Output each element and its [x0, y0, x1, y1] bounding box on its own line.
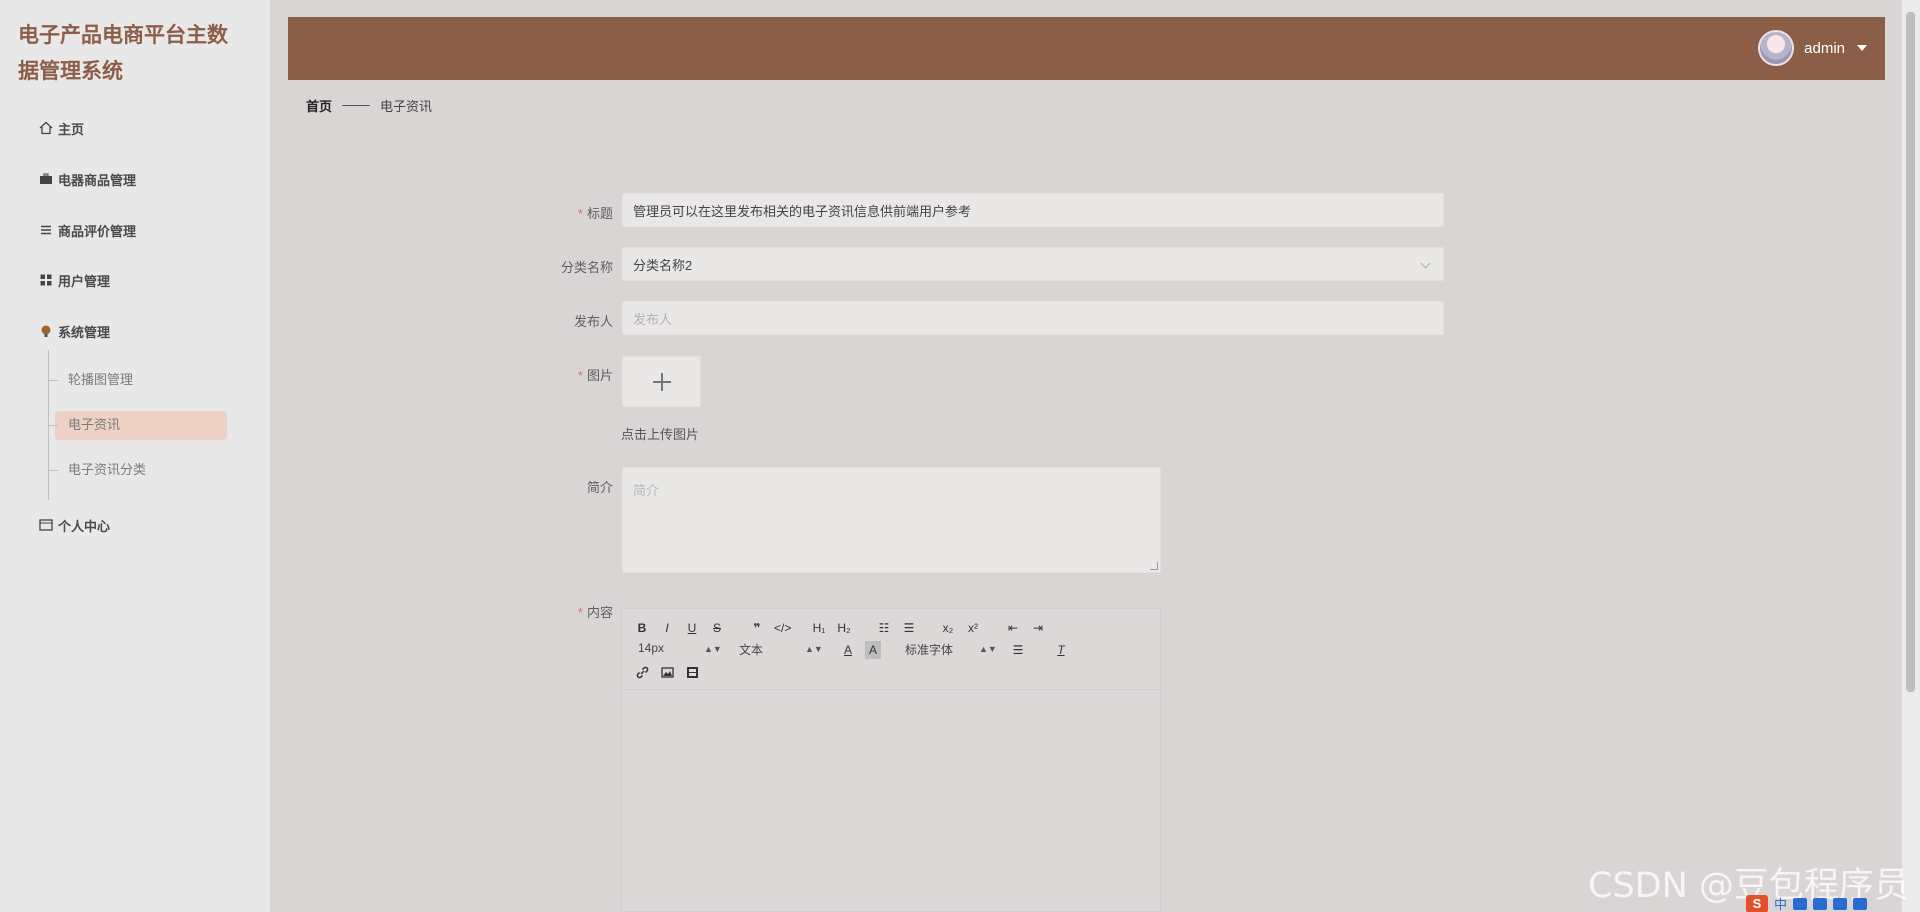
chevron-down-icon	[1420, 258, 1431, 269]
text-type-select[interactable]: 文本 ▲▼	[739, 641, 823, 658]
image-button[interactable]	[659, 663, 675, 681]
sidebar-item-label: 主页	[58, 121, 85, 137]
upload-tip: 点击上传图片	[621, 427, 700, 442]
title-label: * 标题	[577, 206, 613, 221]
sidebar-sub-news-category[interactable]: 电子资讯分类	[47, 458, 146, 482]
ordered-list-button[interactable]: ☷	[876, 619, 892, 637]
sidebar: 电子产品电商平台主数据管理系统 主页 电器商品管理 商品评价管理 用户管理 系统…	[0, 0, 270, 912]
user-menu[interactable]: admin	[1758, 30, 1867, 66]
link-icon	[636, 666, 648, 678]
superscript-button[interactable]: x²	[965, 619, 981, 637]
category-select[interactable]: 分类名称2	[622, 247, 1444, 281]
align-button[interactable]: ☰	[1010, 641, 1026, 659]
breadcrumb-separator	[342, 105, 371, 106]
ime-tray: S 中	[1746, 894, 1868, 912]
breadcrumb-home[interactable]: 首页	[306, 96, 332, 115]
background-color-button[interactable]: A	[865, 641, 881, 659]
list-icon	[38, 222, 54, 238]
content-label: * 内容	[577, 605, 613, 620]
page-scrollbar[interactable]	[1902, 0, 1920, 912]
h1-button[interactable]: H₁	[811, 619, 827, 637]
briefcase-icon	[38, 171, 54, 187]
h2-button[interactable]: H₂	[836, 619, 852, 637]
category-label: 分类名称	[560, 260, 613, 275]
sidebar-item-label: 电器商品管理	[58, 172, 137, 188]
sogou-icon[interactable]: S	[1746, 894, 1768, 912]
home-icon	[38, 120, 54, 136]
intro-textarea[interactable]: 简介	[622, 467, 1161, 573]
skin-icon[interactable]	[1833, 897, 1848, 910]
intro-label: 简介	[586, 480, 613, 495]
scrollbar-thumb[interactable]	[1906, 12, 1915, 692]
video-icon	[686, 666, 698, 678]
editor-toolbar: B I U S ❞ </> H₁ H₂ ☷ ☰ x₂ x² ⇤ ⇥ 14px ▲▼…	[622, 609, 1160, 690]
editor-content-area[interactable]	[622, 690, 1160, 912]
sidebar-item-reviews[interactable]: 商品评价管理	[38, 218, 136, 242]
outdent-button[interactable]: ⇤	[1005, 619, 1021, 637]
plus-icon	[652, 372, 671, 391]
resize-handle[interactable]	[1150, 562, 1158, 570]
category-value: 分类名称2	[633, 257, 693, 273]
code-button[interactable]: </>	[774, 619, 791, 637]
app-title: 电子产品电商平台主数据管理系统	[18, 24, 228, 83]
title-input[interactable]: 管理员可以在这里发布相关的电子资讯信息供前端用户参考	[622, 193, 1444, 227]
sidebar-item-profile[interactable]: 个人中心	[38, 513, 110, 537]
sidebar-sub-news[interactable]: 电子资讯	[47, 413, 120, 437]
font-family-select[interactable]: 标准字体 ▲▼	[905, 641, 997, 658]
font-size-select[interactable]: 14px ▲▼	[638, 641, 722, 655]
breadcrumb: 首页 电子资讯	[306, 96, 432, 115]
toolbox-icon[interactable]	[1853, 897, 1868, 910]
ime-lang[interactable]: 中	[1774, 894, 1787, 912]
chevron-down-icon[interactable]	[1857, 45, 1867, 51]
underline-button[interactable]: U	[684, 619, 700, 637]
bullet-list-button[interactable]: ☰	[901, 619, 917, 637]
strike-button[interactable]: S	[709, 619, 725, 637]
image-icon	[660, 666, 674, 678]
grid-icon	[38, 272, 54, 288]
sidebar-item-system[interactable]: 系统管理	[38, 319, 110, 343]
subscript-button[interactable]: x₂	[940, 619, 956, 637]
bulb-icon	[38, 323, 54, 339]
username[interactable]: admin	[1804, 40, 1845, 57]
keyboard-icon[interactable]	[1813, 897, 1828, 910]
link-button[interactable]	[634, 663, 650, 681]
intro-placeholder: 简介	[633, 483, 660, 498]
quote-button[interactable]: ❞	[749, 619, 765, 637]
publisher-label: 发布人	[573, 314, 613, 329]
clear-format-button[interactable]: T	[1053, 641, 1069, 659]
image-label: * 图片	[577, 368, 613, 383]
avatar[interactable]	[1758, 30, 1795, 66]
image-upload-button[interactable]	[622, 356, 701, 407]
rich-text-editor: B I U S ❞ </> H₁ H₂ ☷ ☰ x₂ x² ⇤ ⇥ 14px ▲▼…	[621, 608, 1161, 912]
publisher-input[interactable]: 发布人	[622, 301, 1444, 335]
card-icon	[38, 517, 54, 533]
top-header: admin	[288, 17, 1885, 80]
sidebar-item-label: 商品评价管理	[58, 223, 137, 239]
sidebar-item-label: 个人中心	[58, 518, 111, 534]
font-color-button[interactable]: A	[840, 641, 856, 659]
sidebar-item-home[interactable]: 主页	[38, 116, 84, 140]
sidebar-item-label: 用户管理	[58, 273, 111, 289]
sidebar-item-users[interactable]: 用户管理	[38, 268, 110, 292]
sidebar-item-label: 系统管理	[58, 324, 111, 340]
video-button[interactable]	[684, 663, 700, 681]
mic-icon[interactable]	[1793, 897, 1808, 910]
sidebar-sub-carousel[interactable]: 轮播图管理	[47, 368, 133, 392]
breadcrumb-current: 电子资讯	[380, 99, 433, 114]
indent-button[interactable]: ⇥	[1030, 619, 1046, 637]
bold-button[interactable]: B	[634, 619, 650, 637]
italic-button[interactable]: I	[659, 619, 675, 637]
sidebar-item-products[interactable]: 电器商品管理	[38, 167, 136, 191]
